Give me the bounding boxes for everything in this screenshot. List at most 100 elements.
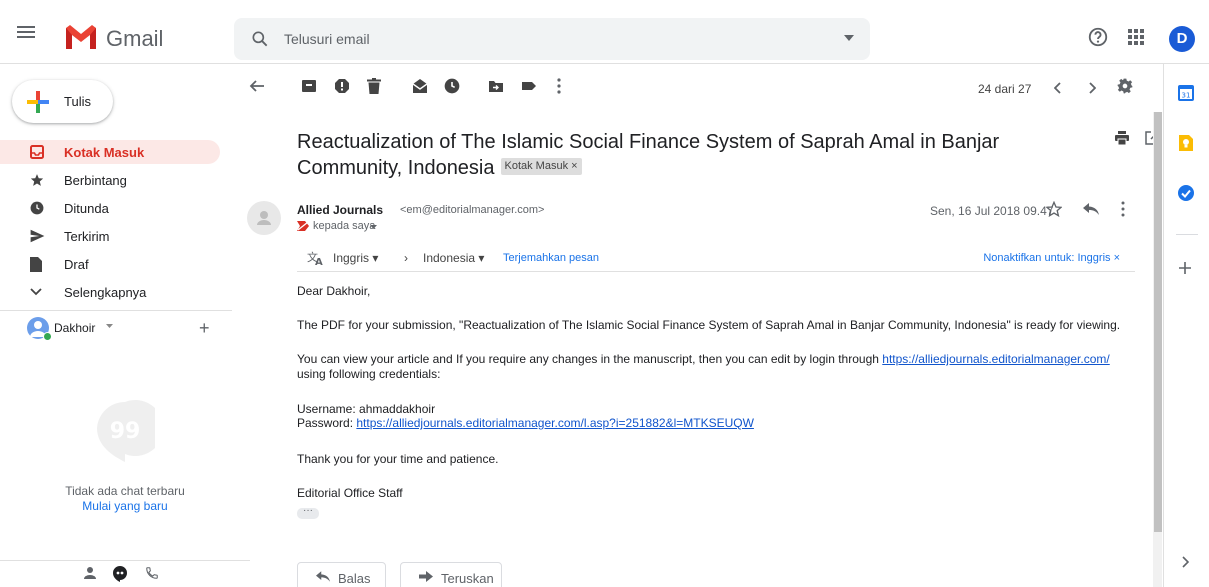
- label-icon[interactable]: [521, 78, 537, 94]
- top-bar: Gmail D: [0, 0, 1209, 64]
- search-options-icon[interactable]: [844, 35, 854, 41]
- email-greeting: Dear Dakhoir,: [297, 284, 371, 298]
- search-icon[interactable]: [250, 29, 270, 49]
- sidebar-item-label: Kotak Masuk: [64, 145, 145, 160]
- chevron-right-icon[interactable]: [1088, 82, 1096, 94]
- reply-label: Balas: [338, 571, 371, 586]
- account-name: Dakhoir: [54, 321, 96, 335]
- mark-unread-icon[interactable]: [412, 78, 428, 94]
- settings-gear-icon[interactable]: [1117, 78, 1133, 94]
- plus-icon: [26, 90, 50, 114]
- disable-translation-link[interactable]: Nonaktifkan untuk: Inggris ×: [983, 252, 1120, 264]
- move-to-icon[interactable]: [488, 78, 504, 94]
- start-chat-link[interactable]: Mulai yang baru: [0, 499, 250, 513]
- compose-label: Tulis: [64, 94, 91, 109]
- sidebar-item-label: Berbintang: [64, 173, 127, 188]
- forward-button[interactable]: Teruskan: [400, 562, 502, 587]
- sender-email: <em@editorialmanager.com>: [400, 204, 545, 216]
- archive-icon[interactable]: [301, 78, 317, 94]
- send-icon: [30, 229, 45, 243]
- sidebar-item-starred[interactable]: Berbintang: [0, 168, 220, 192]
- email-paragraph: You can view your article and If you req…: [297, 352, 1127, 382]
- sidebar-item-sent[interactable]: Terkirim: [0, 224, 220, 248]
- person-icon[interactable]: [83, 566, 97, 580]
- more-vert-icon[interactable]: [1121, 201, 1125, 217]
- delete-icon[interactable]: [367, 78, 381, 94]
- svg-text:A: A: [315, 257, 323, 266]
- password-link[interactable]: https://alliedjournals.editorialmanager.…: [356, 416, 754, 430]
- sender-name[interactable]: Allied Journals: [297, 203, 383, 217]
- sidebar-item-inbox[interactable]: Kotak Masuk: [0, 140, 220, 164]
- scrollbar-thumb[interactable]: [1154, 112, 1162, 532]
- translate-icon: 文A: [307, 250, 325, 266]
- hangouts-icon[interactable]: [113, 566, 127, 582]
- reply-arrow-icon: [316, 571, 330, 582]
- paragraph-text: using following credentials:: [297, 367, 441, 381]
- chevron-left-icon[interactable]: [1054, 82, 1062, 94]
- clock-icon: [30, 201, 44, 215]
- gmail-logo-icon[interactable]: [64, 24, 98, 50]
- print-icon[interactable]: [1115, 131, 1129, 145]
- sidebar-item-label: Terkirim: [64, 229, 110, 244]
- inbox-icon: [30, 145, 44, 159]
- sidebar-item-label: Selengkapnya: [64, 285, 147, 300]
- calendar-icon[interactable]: 31: [1177, 84, 1195, 102]
- no-chat-text: Tidak ada chat terbaru: [65, 484, 185, 498]
- message-toolbar: 24 dari 27: [232, 64, 1160, 112]
- chevron-down-icon: [30, 288, 42, 296]
- subject-text: Reactualization of The Islamic Social Fi…: [297, 131, 1000, 179]
- translate-bar: 文A Inggris ▾ › Indonesia ▾ Terjemahkan p…: [297, 245, 1135, 272]
- chat-tabs-divider: [0, 560, 250, 561]
- more-vert-icon[interactable]: [557, 78, 561, 94]
- email-subject: Reactualization of The Islamic Social Fi…: [297, 129, 1087, 181]
- sidebar-item-more[interactable]: Selengkapnya: [0, 280, 220, 304]
- online-status-dot: [43, 332, 52, 341]
- add-addon-icon[interactable]: [1177, 260, 1193, 276]
- tasks-icon[interactable]: [1177, 184, 1195, 202]
- recipient-details[interactable]: kepada saya: [313, 220, 375, 232]
- source-language-select[interactable]: Inggris ▾: [333, 251, 378, 265]
- forward-arrow-icon: [419, 571, 433, 582]
- sidebar-item-snoozed[interactable]: Ditunda: [0, 196, 220, 220]
- add-chat-button[interactable]: +: [199, 318, 210, 339]
- message-date: Sen, 16 Jul 2018 09.47: [930, 204, 1054, 218]
- snooze-icon[interactable]: [444, 78, 460, 94]
- star-outline-icon[interactable]: [1046, 201, 1062, 217]
- target-language-label: Indonesia: [423, 251, 476, 265]
- search-bar: [234, 18, 870, 60]
- forward-label: Teruskan: [441, 571, 494, 586]
- editorial-manager-link[interactable]: https://alliedjournals.editorialmanager.…: [882, 352, 1109, 366]
- password-line: Password: https://alliedjournals.editori…: [297, 416, 1127, 431]
- phone-icon[interactable]: [145, 566, 159, 580]
- account-avatar[interactable]: D: [1169, 26, 1195, 52]
- search-input[interactable]: [284, 18, 824, 60]
- svg-text:31: 31: [1182, 92, 1191, 100]
- report-spam-icon[interactable]: [334, 78, 350, 94]
- show-trimmed-content-button[interactable]: ···: [297, 506, 319, 519]
- source-language-label: Inggris: [333, 251, 370, 265]
- keep-icon[interactable]: [1177, 134, 1195, 152]
- hangouts-account[interactable]: Dakhoir +: [27, 317, 227, 343]
- expand-panel-chevron-icon[interactable]: [1181, 556, 1189, 568]
- sender-avatar[interactable]: [247, 201, 281, 235]
- star-icon: [30, 173, 44, 187]
- main-menu-button[interactable]: [14, 20, 38, 44]
- inbox-label-chip[interactable]: Kotak Masuk ×: [500, 158, 582, 176]
- apps-grid-icon[interactable]: [1127, 28, 1145, 46]
- sidebar-item-label: Ditunda: [64, 201, 109, 216]
- translate-message-link[interactable]: Terjemahkan pesan: [503, 252, 599, 264]
- back-arrow-icon[interactable]: [249, 78, 265, 94]
- side-panel: 31: [1163, 64, 1209, 587]
- sidebar-item-label: Draf: [64, 257, 89, 272]
- compose-button[interactable]: Tulis: [12, 80, 113, 123]
- target-language-select[interactable]: Indonesia ▾: [423, 251, 484, 265]
- important-marker-icon[interactable]: [297, 221, 309, 231]
- caret-down-icon[interactable]: [370, 225, 377, 229]
- hangouts-quote-icon: 99: [95, 400, 155, 462]
- caret-down-icon[interactable]: [106, 324, 113, 328]
- sidebar-item-drafts[interactable]: Draf: [0, 252, 220, 276]
- password-label: Password:: [297, 416, 354, 430]
- reply-button[interactable]: Balas: [297, 562, 386, 587]
- reply-arrow-icon[interactable]: [1083, 203, 1099, 215]
- help-icon[interactable]: [1087, 26, 1109, 48]
